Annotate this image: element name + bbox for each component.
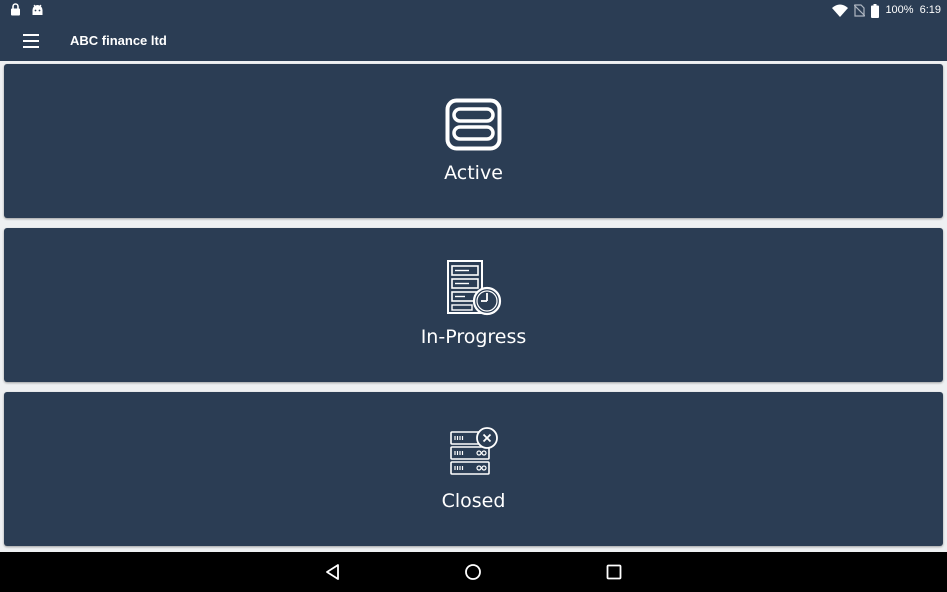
in-progress-clock-icon bbox=[446, 260, 501, 316]
active-list-icon bbox=[445, 98, 501, 151]
status-time: 6:19 bbox=[919, 4, 941, 16]
active-card[interactable]: Active bbox=[4, 64, 943, 218]
closed-card-label: Closed bbox=[441, 490, 506, 512]
recents-icon[interactable] bbox=[604, 562, 624, 582]
battery-icon bbox=[871, 3, 880, 18]
status-right-icons: 100% 6:19 bbox=[832, 3, 941, 18]
app-screen: 100% 6:19 ABC finance ltd Active In-Prog… bbox=[0, 0, 947, 592]
in-progress-card-label: In-Progress bbox=[420, 326, 527, 348]
closed-card[interactable]: Closed bbox=[4, 392, 943, 546]
in-progress-card[interactable]: In-Progress bbox=[4, 228, 943, 382]
android-icon bbox=[32, 4, 43, 15]
status-left-icons bbox=[10, 3, 44, 16]
app-title: ABC finance ltd bbox=[70, 33, 167, 48]
home-icon[interactable] bbox=[463, 562, 483, 582]
lock-icon bbox=[11, 3, 20, 16]
app-bar: ABC finance ltd bbox=[0, 21, 947, 61]
back-icon[interactable] bbox=[323, 562, 343, 582]
closed-server-icon bbox=[449, 427, 498, 475]
status-bar: 100% 6:19 bbox=[0, 0, 947, 21]
no-sim-icon bbox=[854, 4, 866, 17]
content-area: Active In-Progress Closed bbox=[0, 61, 947, 552]
wifi-icon bbox=[832, 4, 849, 17]
active-card-label: Active bbox=[444, 162, 503, 184]
hamburger-menu-icon[interactable] bbox=[21, 33, 43, 49]
navigation-bar bbox=[0, 552, 947, 592]
battery-level: 100% bbox=[885, 4, 914, 16]
